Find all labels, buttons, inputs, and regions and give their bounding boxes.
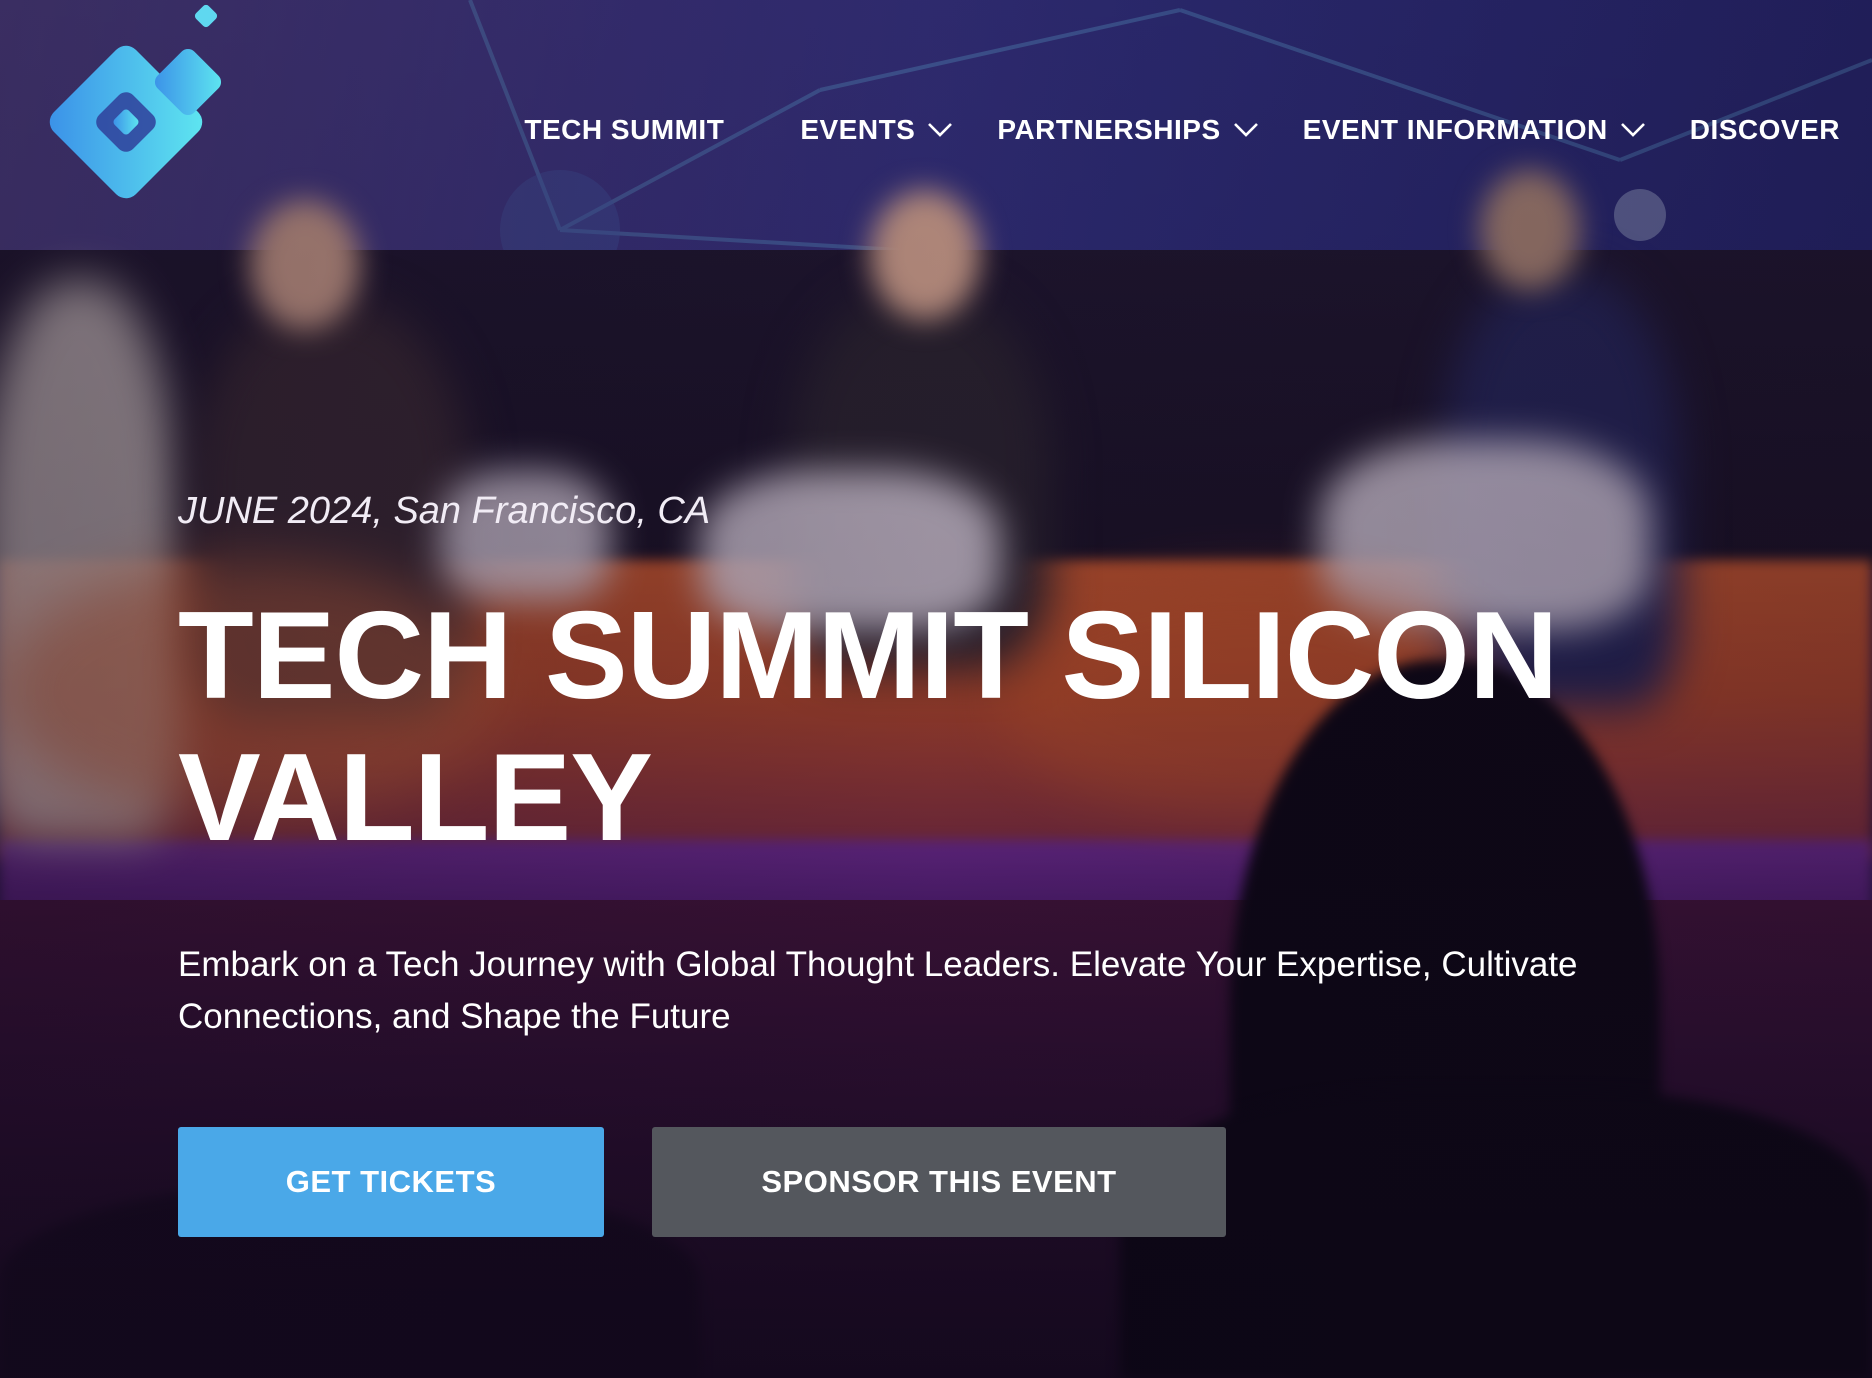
- nav-item-event-information[interactable]: EVENT INFORMATION: [1303, 114, 1646, 146]
- nav-item-label: DISCOVER: [1689, 114, 1840, 145]
- chevron-down-icon: [1233, 123, 1258, 137]
- nav-item-discover[interactable]: DISCOVER: [1690, 114, 1840, 146]
- hero-actions: GET TICKETS SPONSOR THIS EVENT: [178, 1127, 1778, 1237]
- page-title: TECH SUMMIT SILICON VALLEY: [178, 587, 1558, 867]
- hero-content: JUNE 2024, San Francisco, CA TECH SUMMIT…: [178, 490, 1778, 1237]
- nav-item-label: EVENTS: [800, 114, 916, 145]
- get-tickets-button[interactable]: GET TICKETS: [178, 1127, 604, 1237]
- hero-subtitle: Embark on a Tech Journey with Global Tho…: [178, 945, 1578, 1036]
- nav-item-partnerships[interactable]: PARTNERSHIPS: [997, 114, 1258, 146]
- brand-logo-icon[interactable]: [36, 4, 236, 204]
- nav-item-label: PARTNERSHIPS: [997, 114, 1221, 145]
- nav-item-label: TECH SUMMIT: [524, 114, 725, 145]
- nav-item-events[interactable]: EVENTS: [800, 114, 953, 146]
- main-navigation: TECH SUMMIT EVENTS PARTNERSHIPS EVENT IN…: [524, 110, 1840, 150]
- nav-item-tech-summit[interactable]: TECH SUMMIT: [524, 114, 724, 146]
- sponsor-event-button[interactable]: SPONSOR THIS EVENT: [652, 1127, 1226, 1237]
- nav-item-label: EVENT INFORMATION: [1302, 114, 1608, 145]
- chevron-down-icon: [1620, 123, 1645, 137]
- chevron-down-icon: [928, 123, 953, 137]
- event-date-location: JUNE 2024, San Francisco, CA: [178, 490, 711, 532]
- hero-section: TECH SUMMIT EVENTS PARTNERSHIPS EVENT IN…: [0, 0, 1872, 1378]
